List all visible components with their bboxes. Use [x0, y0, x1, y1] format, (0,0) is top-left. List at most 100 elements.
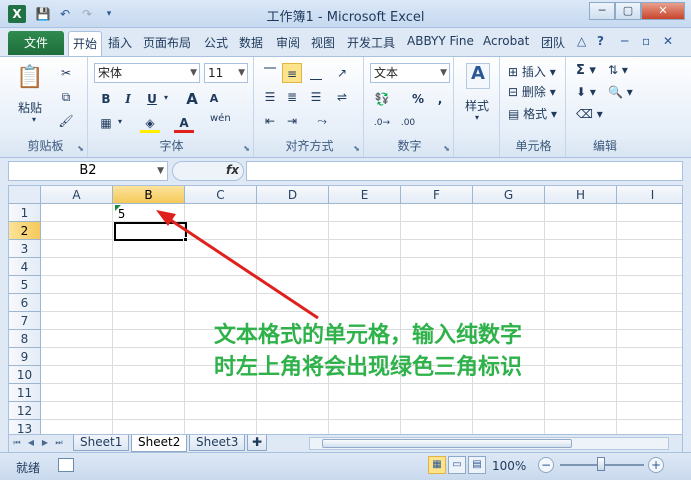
font-size-combo[interactable]: 11 ▼ [204, 63, 248, 83]
sort-filter-icon[interactable]: ⇅ ▾ [608, 63, 628, 77]
column-header-d[interactable]: D [257, 186, 329, 204]
sheet-tab-3[interactable]: Sheet3 [189, 435, 246, 451]
fill-icon[interactable]: ⬇ ▾ [576, 85, 596, 99]
cut-icon[interactable]: ✂ [56, 63, 76, 83]
decrease-decimal-icon[interactable]: .00 [398, 113, 418, 133]
align-right-icon[interactable]: ☰ [306, 87, 326, 107]
shrink-font-button[interactable]: A [204, 89, 224, 109]
clipboard-launcher-icon[interactable]: ⬊ [77, 144, 84, 153]
number-launcher-icon[interactable]: ⬊ [443, 144, 450, 153]
name-box[interactable]: B2 ▼ [8, 161, 168, 181]
fill-color-icon[interactable]: ◈ [140, 113, 160, 133]
first-sheet-icon[interactable]: ⏮ [11, 436, 23, 450]
macro-record-icon[interactable] [58, 458, 74, 472]
row-header-1[interactable]: 1 [9, 204, 41, 222]
align-bottom-icon[interactable]: ⎽ [306, 63, 326, 83]
tab-developer[interactable]: 开发工具 [347, 34, 395, 51]
column-header-i[interactable]: I [617, 186, 682, 204]
row-header-10[interactable]: 10 [9, 366, 41, 384]
font-launcher-icon[interactable]: ⬊ [243, 144, 250, 153]
insert-function-button[interactable]: fx [226, 163, 239, 177]
phonetic-icon[interactable]: wén [210, 113, 231, 133]
sheet-tab-2[interactable]: Sheet2 [131, 435, 188, 452]
column-header-a[interactable]: A [41, 186, 113, 204]
doc-close-icon[interactable]: ✕ [663, 34, 673, 48]
tab-formulas[interactable]: 公式 [204, 34, 228, 51]
last-sheet-icon[interactable]: ⏭ [53, 436, 65, 450]
row-header-6[interactable]: 6 [9, 294, 41, 312]
horizontal-scroll-thumb[interactable] [322, 439, 572, 448]
close-button[interactable]: ✕ [641, 2, 685, 20]
align-top-icon[interactable]: ⎺ [260, 63, 280, 83]
zoom-out-button[interactable]: − [538, 457, 554, 473]
maximize-button[interactable]: ▢ [615, 2, 641, 20]
font-name-combo[interactable]: 宋体 ▼ [94, 63, 200, 83]
styles-button[interactable]: 样式 [465, 97, 489, 114]
currency-icon[interactable]: 💱 [372, 89, 392, 109]
row-header-13[interactable]: 13 [9, 420, 41, 434]
paste-dropdown-icon[interactable]: ▾ [32, 115, 36, 124]
paste-button[interactable]: 粘贴 [18, 99, 42, 116]
help-icon[interactable]: ? [597, 34, 604, 48]
copy-icon[interactable]: ⧉ [56, 87, 76, 107]
minimize-button[interactable]: ─ [589, 2, 615, 20]
styles-icon[interactable]: A [466, 63, 490, 89]
increase-decimal-icon[interactable]: .0→ [372, 113, 392, 133]
font-color-icon[interactable]: A [174, 113, 194, 133]
active-cell-b2[interactable] [114, 222, 187, 241]
align-center-icon[interactable]: ≣ [282, 87, 302, 107]
tab-review[interactable]: 审阅 [276, 34, 300, 51]
column-header-f[interactable]: F [401, 186, 473, 204]
select-all-corner[interactable] [9, 186, 41, 204]
next-sheet-icon[interactable]: ▶ [39, 436, 51, 450]
fill-handle[interactable] [183, 237, 188, 242]
row-header-3[interactable]: 3 [9, 240, 41, 258]
increase-indent-icon[interactable]: ⇥ [282, 111, 302, 131]
comma-button[interactable]: , [430, 89, 450, 109]
column-header-c[interactable]: C [185, 186, 257, 204]
autosum-button[interactable]: Σ ▾ [576, 63, 596, 78]
align-middle-icon[interactable]: ≡ [282, 63, 302, 83]
clear-icon[interactable]: ⌫ ▾ [576, 107, 603, 121]
find-select-icon[interactable]: 🔍 ▾ [608, 85, 633, 99]
tab-team[interactable]: 团队 [541, 34, 565, 51]
minimize-ribbon-icon[interactable]: △ [577, 34, 586, 48]
decrease-indent-icon[interactable]: ⇤ [260, 111, 280, 131]
doc-minimize-icon[interactable]: ─ [621, 34, 628, 48]
border-icon[interactable]: ▦ [96, 113, 116, 133]
row-header-4[interactable]: 4 [9, 258, 41, 276]
formula-input[interactable] [246, 161, 683, 181]
row-header-7[interactable]: 7 [9, 312, 41, 330]
tab-home[interactable]: 开始 [68, 31, 103, 56]
normal-view-icon[interactable]: ▦ [428, 456, 446, 474]
format-cells-button[interactable]: ▤ 格式 ▾ [508, 105, 557, 122]
sheet-tab-1[interactable]: Sheet1 [73, 435, 130, 451]
row-header-5[interactable]: 5 [9, 276, 41, 294]
insert-sheet-icon[interactable]: ✚ [247, 435, 268, 451]
number-format-combo[interactable]: 文本 ▼ [370, 63, 450, 83]
italic-button[interactable]: I [118, 89, 138, 109]
delete-cells-button[interactable]: ⊟ 删除 ▾ [508, 83, 556, 100]
tab-view[interactable]: 视图 [311, 34, 335, 51]
tab-page-layout[interactable]: 页面布局 [143, 34, 191, 51]
cell-b1[interactable]: 5 [115, 205, 187, 223]
row-header-2[interactable]: 2 [9, 222, 41, 240]
bold-button[interactable]: B [96, 89, 116, 109]
border-dropdown-icon[interactable]: ▾ [118, 117, 122, 126]
tab-abbyy[interactable]: ABBYY Fine [407, 34, 474, 48]
column-header-h[interactable]: H [545, 186, 617, 204]
format-painter-icon[interactable]: 🖌 [56, 111, 76, 131]
underline-button[interactable]: U [142, 89, 162, 109]
zoom-in-button[interactable]: + [648, 457, 664, 473]
prev-sheet-icon[interactable]: ◀ [25, 436, 37, 450]
worksheet-grid[interactable]: ABCDEFGHI 1 2 3 4 5 6 7 8 9 10 11 12 13 5 [8, 185, 683, 435]
page-break-view-icon[interactable]: ▤ [468, 456, 486, 474]
text-direction-icon[interactable]: ⤳ [312, 111, 332, 131]
row-header-12[interactable]: 12 [9, 402, 41, 420]
grow-font-button[interactable]: A [182, 89, 202, 109]
zoom-slider-thumb[interactable] [597, 457, 605, 471]
column-header-g[interactable]: G [473, 186, 545, 204]
row-header-11[interactable]: 11 [9, 384, 41, 402]
orientation-icon[interactable]: ↗ [332, 63, 352, 83]
tab-data[interactable]: 数据 [239, 34, 263, 51]
